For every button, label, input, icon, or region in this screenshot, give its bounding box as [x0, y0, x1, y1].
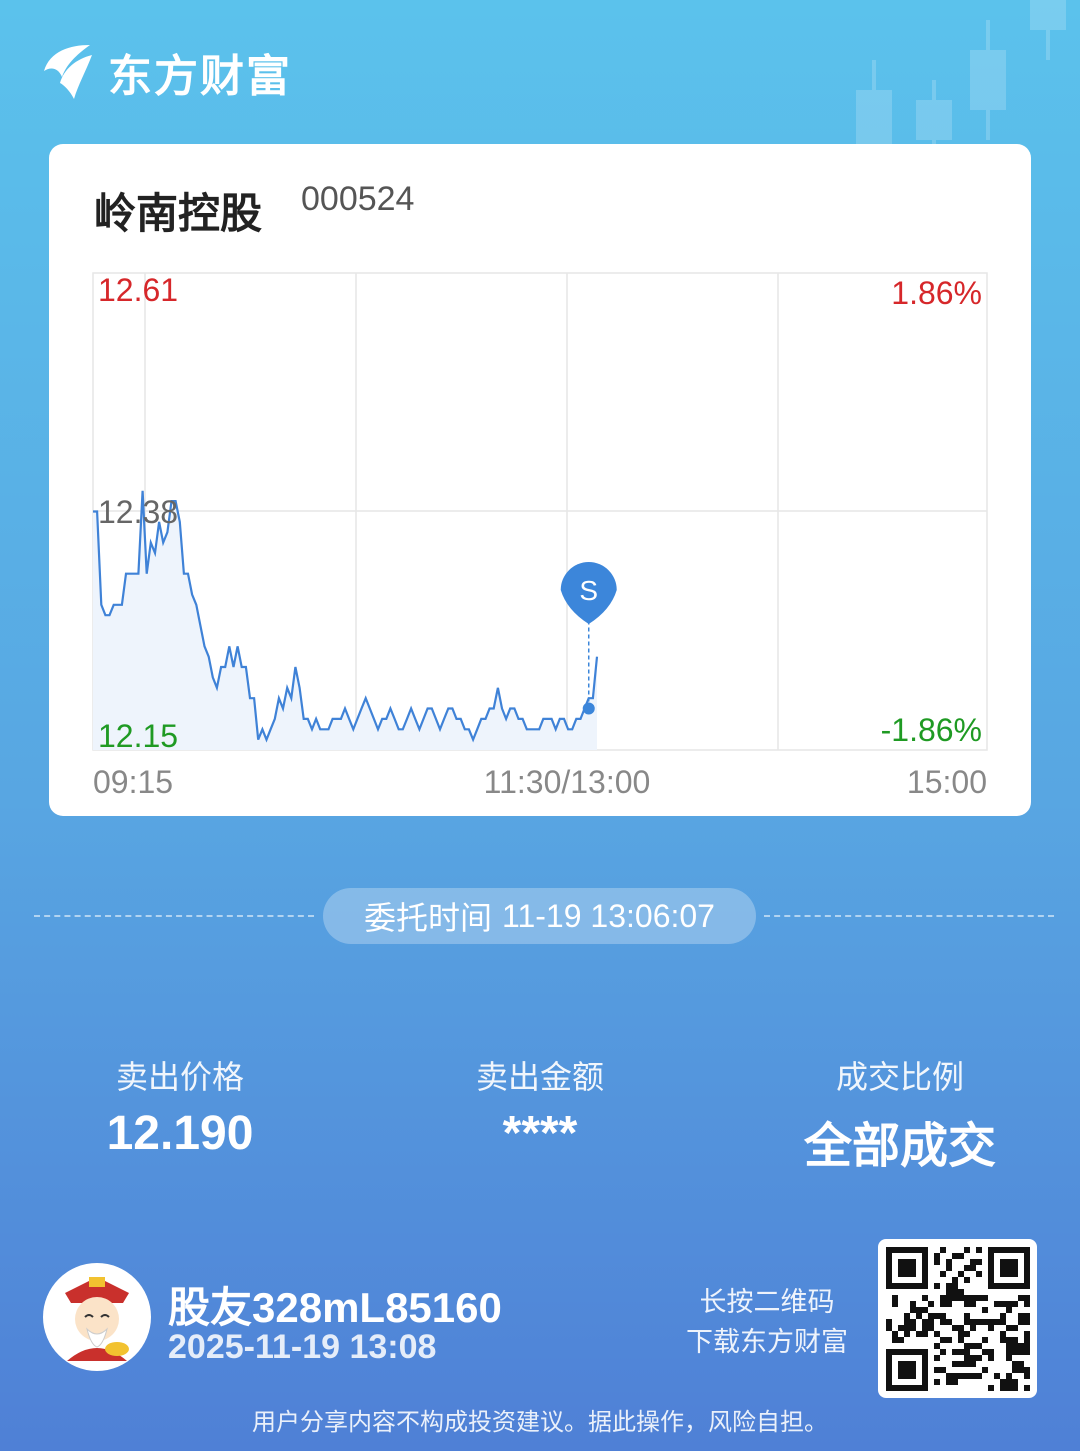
y-label-high: 12.61	[98, 272, 178, 308]
pct-label-low: -1.86%	[881, 712, 982, 748]
stat-label: 卖出价格	[115, 1059, 244, 1095]
y-label-low: 12.15	[98, 718, 178, 754]
pct-label-high: 1.86%	[891, 275, 982, 311]
stat-label: 成交比例	[835, 1059, 964, 1095]
username: 股友328mL85160	[168, 1284, 502, 1331]
sell-marker-label: S	[579, 575, 598, 606]
intraday-chart: S 12.61 12.38 12.15 1.86% -1.86% 09:15 1…	[92, 272, 988, 800]
stock-card[interactable]: 岭南控股 000524 S 12.61 12.38 12.15 1.86% -1…	[49, 144, 1031, 816]
stat-value: 全部成交	[803, 1120, 996, 1173]
order-time-value: 11-19 13:06:07	[502, 897, 715, 934]
qr-tip-line1: 长按二维码	[699, 1287, 835, 1317]
stat-sell-price: 卖出价格 12.190	[0, 1052, 360, 1161]
stat-label: 卖出金额	[475, 1059, 604, 1095]
disclaimer: 用户分享内容不构成投资建议。据此操作，风险自担。	[252, 1409, 828, 1436]
y-label-mid: 12.38	[98, 494, 178, 530]
qr-code[interactable]	[878, 1239, 1037, 1398]
qr-code-icon	[886, 1247, 1030, 1391]
avatar[interactable]	[43, 1263, 151, 1371]
stat-fill-ratio: 成交比例 全部成交	[720, 1052, 1080, 1176]
order-time-pill: 委托时间 11-19 13:06:07	[323, 888, 756, 944]
brand-logo: 东方财富	[40, 40, 292, 104]
order-time-row: 委托时间 11-19 13:06:07	[0, 888, 1080, 944]
x-label-midday: 11:30/13:00	[484, 764, 651, 800]
stat-sell-amount: 卖出金额 ****	[360, 1052, 720, 1161]
stat-value: ****	[502, 1107, 578, 1160]
marker-dot	[582, 702, 595, 715]
fortune-god-avatar-icon	[65, 1277, 129, 1361]
x-label-close: 15:00	[907, 764, 987, 800]
x-label-open: 09:15	[93, 764, 173, 800]
stat-value: 12.190	[106, 1107, 254, 1160]
order-time-label: 委托时间	[364, 900, 493, 936]
dash-line-right	[764, 915, 1054, 917]
brand-name: 东方财富	[108, 52, 292, 101]
feather-icon	[44, 45, 92, 99]
share-time: 2025-11-19 13:08	[168, 1328, 437, 1366]
qr-tip: 长按二维码 下载东方财富	[672, 1282, 862, 1362]
qr-tip-line2: 下载东方财富	[686, 1327, 848, 1357]
dash-line-left	[34, 915, 314, 917]
